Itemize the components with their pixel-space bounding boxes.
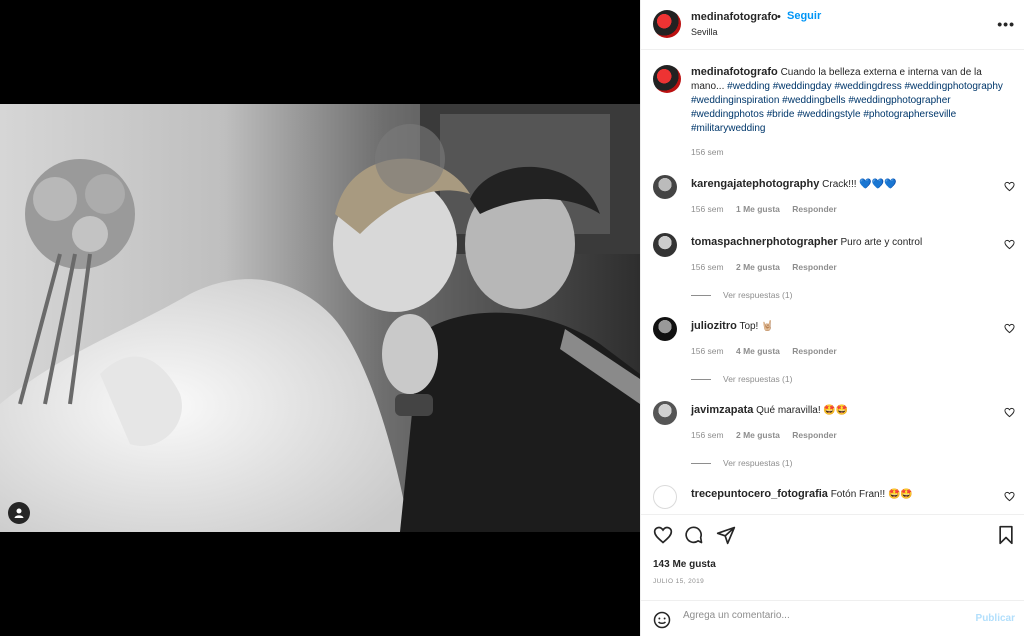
post-header: medinafotografo • Seguir Sevilla ••• bbox=[641, 0, 1024, 50]
comment-text: Puro arte y control bbox=[840, 237, 923, 248]
comment-text: Crack!!! 💙💙💙 bbox=[822, 179, 897, 190]
comment-likes[interactable]: 1 Me gusta bbox=[736, 204, 780, 214]
author-avatar[interactable] bbox=[653, 10, 681, 38]
comments-scroll-area[interactable]: medinafotografo Cuando la belleza extern… bbox=[641, 51, 1024, 514]
comment-text: Fotón Fran!! 🤩🤩 bbox=[830, 489, 913, 500]
caption-text-block: medinafotografo Cuando la belleza extern… bbox=[691, 65, 1013, 136]
post-location[interactable]: Sevilla bbox=[691, 27, 718, 37]
comment-bubble-icon[interactable] bbox=[684, 525, 704, 545]
comment-likes[interactable]: 2 Me gusta bbox=[736, 430, 780, 440]
comment-text: Top! 🤘🏼 bbox=[739, 321, 774, 332]
comment-username[interactable]: tomaspachnerphotographer bbox=[691, 236, 838, 248]
comment-likes[interactable]: 4 Me gusta bbox=[736, 346, 780, 356]
comment-text: Qué maravilla! 🤩🤩 bbox=[756, 405, 849, 416]
publish-button[interactable]: Publicar bbox=[976, 613, 1015, 624]
user-tag-button[interactable] bbox=[8, 502, 30, 524]
comment-time[interactable]: 156 sem bbox=[691, 262, 724, 272]
comment-text-line: trecepuntocero_fotografia Fotón Fran!! 🤩… bbox=[691, 488, 913, 500]
comment-meta: 156 sem 2 Me gusta Responder bbox=[691, 262, 847, 272]
view-replies-button[interactable]: Ver respuestas (1) bbox=[691, 458, 792, 468]
comment-time[interactable]: 156 sem bbox=[691, 346, 724, 356]
comment-heart-icon[interactable] bbox=[1004, 181, 1015, 192]
wedding-photo-illustration bbox=[0, 104, 640, 532]
post-date[interactable]: JULIO 15, 2019 bbox=[653, 578, 704, 585]
comment-heart-icon[interactable] bbox=[1004, 407, 1015, 418]
paper-plane-icon[interactable] bbox=[716, 525, 736, 545]
comment-username[interactable]: javimzapata bbox=[691, 404, 753, 416]
comment-input[interactable] bbox=[683, 610, 963, 621]
view-replies-label: Ver respuestas (1) bbox=[723, 458, 793, 468]
smiley-icon[interactable] bbox=[653, 611, 671, 629]
view-replies-button[interactable]: Ver respuestas (1) bbox=[691, 374, 792, 384]
user-tag-icon bbox=[14, 508, 24, 518]
instagram-post-view: medinafotografo • Seguir Sevilla ••• med… bbox=[0, 0, 1024, 636]
comment-heart-icon[interactable] bbox=[1004, 491, 1015, 502]
post-actions-bar: 143 Me gusta JULIO 15, 2019 bbox=[641, 514, 1024, 600]
bookmark-icon[interactable] bbox=[997, 525, 1015, 545]
reply-button[interactable]: Responder bbox=[792, 346, 836, 356]
reply-button[interactable]: Responder bbox=[792, 262, 836, 272]
comment-avatar[interactable] bbox=[653, 233, 677, 257]
caption-author-avatar[interactable] bbox=[653, 65, 681, 93]
caption-username[interactable]: medinafotografo bbox=[691, 66, 778, 78]
media-area bbox=[0, 0, 640, 636]
likes-count[interactable]: 143 Me gusta bbox=[653, 559, 716, 570]
comment-meta: 156 sem 2 Me gusta Responder bbox=[691, 430, 847, 440]
comment-text-line: javimzapata Qué maravilla! 🤩🤩 bbox=[691, 404, 848, 416]
comment-meta: 156 sem 1 Me gusta Responder bbox=[691, 204, 847, 214]
comment-avatar[interactable] bbox=[653, 401, 677, 425]
separator-dot: • bbox=[777, 11, 781, 23]
comment-avatar[interactable] bbox=[653, 317, 677, 341]
follow-button[interactable]: Seguir bbox=[787, 10, 821, 22]
comment-username[interactable]: juliozitro bbox=[691, 320, 737, 332]
comment-text-line: juliozitro Top! 🤘🏼 bbox=[691, 320, 774, 332]
replies-divider bbox=[691, 463, 711, 465]
post-photo[interactable] bbox=[0, 104, 640, 532]
caption-timestamp[interactable]: 156 sem bbox=[691, 147, 724, 157]
post-side-panel: medinafotografo • Seguir Sevilla ••• med… bbox=[640, 0, 1024, 636]
view-replies-label: Ver respuestas (1) bbox=[723, 290, 793, 300]
comment-time[interactable]: 156 sem bbox=[691, 430, 724, 440]
comment-text-line: karengajatephotography Crack!!! 💙💙💙 bbox=[691, 178, 897, 190]
comment-username[interactable]: karengajatephotography bbox=[691, 178, 819, 190]
reply-button[interactable]: Responder bbox=[792, 204, 836, 214]
view-replies-label: Ver respuestas (1) bbox=[723, 374, 793, 384]
comment-avatar[interactable] bbox=[653, 175, 677, 199]
comment-likes[interactable]: 2 Me gusta bbox=[736, 262, 780, 272]
comment-avatar[interactable] bbox=[653, 485, 677, 509]
comment-heart-icon[interactable] bbox=[1004, 323, 1015, 334]
add-comment-bar: Publicar bbox=[641, 600, 1024, 636]
view-replies-button[interactable]: Ver respuestas (1) bbox=[691, 290, 792, 300]
caption-hashtags[interactable]: #wedding #weddingday #weddingdress #wedd… bbox=[691, 81, 1003, 134]
replies-divider bbox=[691, 379, 711, 381]
author-username[interactable]: medinafotografo bbox=[691, 11, 778, 23]
reply-button[interactable]: Responder bbox=[792, 430, 836, 440]
comment-text-line: tomaspachnerphotographer Puro arte y con… bbox=[691, 236, 922, 248]
comment-meta: 156 sem 4 Me gusta Responder bbox=[691, 346, 847, 356]
replies-divider bbox=[691, 295, 711, 297]
comment-username[interactable]: trecepuntocero_fotografia bbox=[691, 488, 828, 500]
comment-heart-icon[interactable] bbox=[1004, 239, 1015, 250]
heart-icon[interactable] bbox=[653, 525, 673, 545]
more-options-icon[interactable]: ••• bbox=[997, 16, 1015, 32]
comment-time[interactable]: 156 sem bbox=[691, 204, 724, 214]
